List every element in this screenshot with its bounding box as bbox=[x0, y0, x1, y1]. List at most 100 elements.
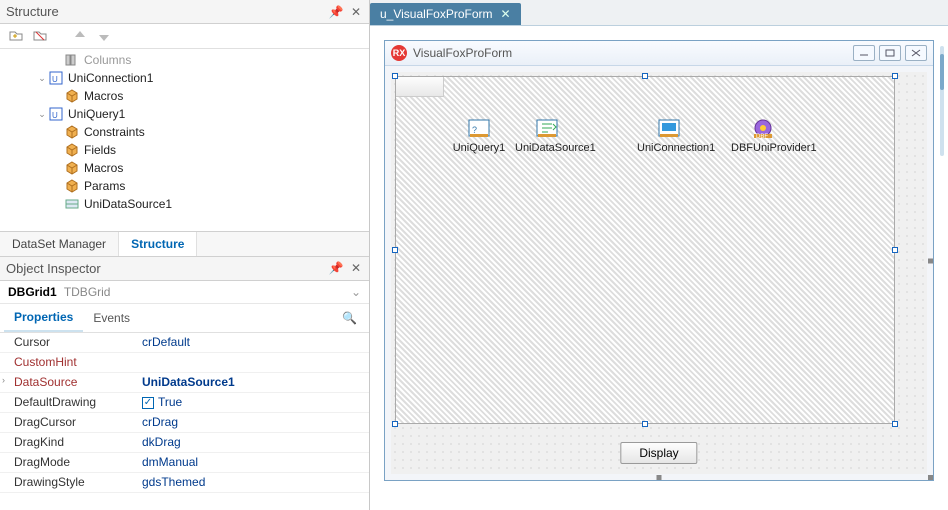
resize-handle-bottom[interactable] bbox=[657, 475, 662, 480]
form-client[interactable]: Display ? UniQuery1 UniDataSource1 UniConne… bbox=[391, 72, 927, 474]
nav-down-icon[interactable] bbox=[96, 28, 112, 44]
tree-item[interactable]: Params bbox=[0, 177, 369, 195]
property-value[interactable]: UniDataSource1 bbox=[138, 375, 369, 389]
cube-icon bbox=[64, 142, 80, 158]
tree-label: Constraints bbox=[84, 125, 145, 139]
component-dbfuniprovider1[interactable]: DBF DBFUniProvider1 bbox=[731, 116, 795, 154]
tree-item[interactable]: Constraints bbox=[0, 123, 369, 141]
chevron-down-icon[interactable]: ⌄ bbox=[351, 285, 361, 299]
resize-handle-right[interactable] bbox=[928, 258, 933, 263]
uniquery-icon: ? bbox=[467, 116, 491, 140]
tree-item[interactable]: ⌄ U UniQuery1 bbox=[0, 105, 369, 123]
inspector-title: Object Inspector bbox=[6, 261, 101, 276]
form-window[interactable]: RX VisualFoxProForm Display ? UniQuery1 Un… bbox=[384, 40, 934, 481]
property-name: DragKind bbox=[14, 435, 64, 449]
property-name: DefaultDrawing bbox=[14, 395, 96, 409]
property-value[interactable]: dkDrag bbox=[138, 435, 369, 449]
tab-dataset-manager[interactable]: DataSet Manager bbox=[0, 232, 119, 256]
property-row[interactable]: DefaultDrawing ✓True bbox=[0, 393, 369, 413]
structure-toolbar bbox=[0, 24, 369, 49]
tree-label: Params bbox=[84, 179, 125, 193]
tab-structure[interactable]: Structure bbox=[119, 232, 197, 256]
selection-handle[interactable] bbox=[392, 73, 398, 79]
component-unidatasource1[interactable]: UniDataSource1 bbox=[515, 116, 579, 154]
structure-tree[interactable]: Columns⌄UUniConnection1Macros⌄UUniQuery1… bbox=[0, 49, 369, 231]
close-icon[interactable]: ✕ bbox=[349, 261, 363, 275]
uni-icon: U bbox=[48, 70, 64, 86]
display-button[interactable]: Display bbox=[620, 442, 697, 464]
tree-item[interactable]: Fields bbox=[0, 141, 369, 159]
close-tab-icon[interactable]: ✕ bbox=[501, 7, 511, 21]
property-value[interactable]: ✓True bbox=[138, 395, 369, 409]
tree-item[interactable]: Columns bbox=[0, 51, 369, 69]
expand-icon bbox=[52, 144, 64, 156]
tree-item[interactable]: Macros bbox=[0, 159, 369, 177]
property-row[interactable]: DragCursor crDrag bbox=[0, 413, 369, 433]
inspector-object-selector[interactable]: DBGrid1 TDBGrid ⌄ bbox=[0, 281, 369, 304]
expand-icon[interactable]: › bbox=[2, 375, 5, 385]
collapse-icon[interactable]: ⌄ bbox=[36, 72, 48, 84]
expand-icon bbox=[52, 198, 64, 210]
component-uniquery1[interactable]: ? UniQuery1 bbox=[447, 116, 511, 154]
checkbox-icon[interactable]: ✓ bbox=[142, 397, 154, 409]
component-label: UniQuery1 bbox=[447, 142, 511, 154]
inspector-tabs: PropertiesEvents 🔍 bbox=[0, 304, 369, 333]
tree-item[interactable]: Macros bbox=[0, 87, 369, 105]
selection-handle[interactable] bbox=[892, 73, 898, 79]
selection-handle[interactable] bbox=[642, 73, 648, 79]
minimize-button[interactable] bbox=[853, 45, 875, 61]
maximize-button[interactable] bbox=[879, 45, 901, 61]
property-name: Cursor bbox=[14, 335, 50, 349]
selection-handle[interactable] bbox=[642, 421, 648, 427]
selected-object-type: TDBGrid bbox=[64, 285, 111, 299]
dbf-icon: DBF bbox=[751, 116, 775, 140]
nav-up-icon[interactable] bbox=[72, 28, 88, 44]
resize-handle-corner[interactable] bbox=[928, 475, 933, 480]
property-name: DrawingStyle bbox=[14, 475, 85, 489]
expand-all-icon[interactable] bbox=[8, 28, 24, 44]
close-button[interactable] bbox=[905, 45, 927, 61]
selection-handle[interactable] bbox=[892, 421, 898, 427]
designer-surface[interactable]: RX VisualFoxProForm Display ? UniQuery1 Un… bbox=[370, 26, 948, 495]
svg-text:U: U bbox=[52, 111, 58, 120]
property-name: CustomHint bbox=[14, 355, 77, 369]
pin-icon[interactable]: 📌 bbox=[329, 261, 343, 275]
collapse-icon[interactable]: ⌄ bbox=[36, 108, 48, 120]
property-value[interactable]: gdsThemed bbox=[138, 475, 369, 489]
tree-item[interactable]: ⌄UUniConnection1 bbox=[0, 69, 369, 87]
search-icon[interactable]: 🔍 bbox=[342, 311, 357, 325]
grid-header-cell bbox=[396, 77, 444, 97]
property-row[interactable]: DrawingStyle gdsThemed bbox=[0, 473, 369, 493]
collapse-all-icon[interactable] bbox=[32, 28, 48, 44]
property-name: DragCursor bbox=[14, 415, 76, 429]
svg-text:?: ? bbox=[472, 125, 477, 135]
form-caption: VisualFoxProForm bbox=[413, 46, 512, 60]
property-value[interactable]: crDefault bbox=[138, 335, 369, 349]
selection-handle[interactable] bbox=[892, 247, 898, 253]
tab-properties[interactable]: Properties bbox=[4, 304, 83, 332]
property-grid[interactable]: Cursor crDefault CustomHint ›DataSourceUniD… bbox=[0, 333, 369, 510]
close-icon[interactable]: ✕ bbox=[349, 5, 363, 19]
columns-icon bbox=[64, 52, 80, 68]
structure-header: Structure 📌 ✕ bbox=[0, 0, 369, 24]
property-value[interactable]: crDrag bbox=[138, 415, 369, 429]
component-uniconnection1[interactable]: UniConnection1 bbox=[637, 116, 701, 154]
selection-handle[interactable] bbox=[392, 247, 398, 253]
pin-icon[interactable]: 📌 bbox=[329, 5, 343, 19]
tree-item[interactable]: UniDataSource1 bbox=[0, 195, 369, 213]
tab-events[interactable]: Events bbox=[83, 305, 140, 331]
component-label: DBFUniProvider1 bbox=[731, 142, 795, 154]
property-row[interactable]: DragKind dkDrag bbox=[0, 433, 369, 453]
property-row[interactable]: Cursor crDefault bbox=[0, 333, 369, 353]
property-value[interactable]: dmManual bbox=[138, 455, 369, 469]
property-row[interactable]: ›DataSourceUniDataSource1 bbox=[0, 373, 369, 393]
inspector-header: Object Inspector 📌 ✕ bbox=[0, 256, 369, 281]
selection-handle[interactable] bbox=[392, 421, 398, 427]
designer-tab[interactable]: u_VisualFoxProForm ✕ bbox=[370, 3, 521, 25]
app-icon: RX bbox=[391, 45, 407, 61]
form-titlebar[interactable]: RX VisualFoxProForm bbox=[385, 41, 933, 66]
property-row[interactable]: CustomHint bbox=[0, 353, 369, 373]
scrollbar-thumb[interactable] bbox=[940, 54, 944, 90]
property-row[interactable]: DragModedmManual bbox=[0, 453, 369, 473]
tree-label: UniQuery1 bbox=[68, 107, 125, 121]
